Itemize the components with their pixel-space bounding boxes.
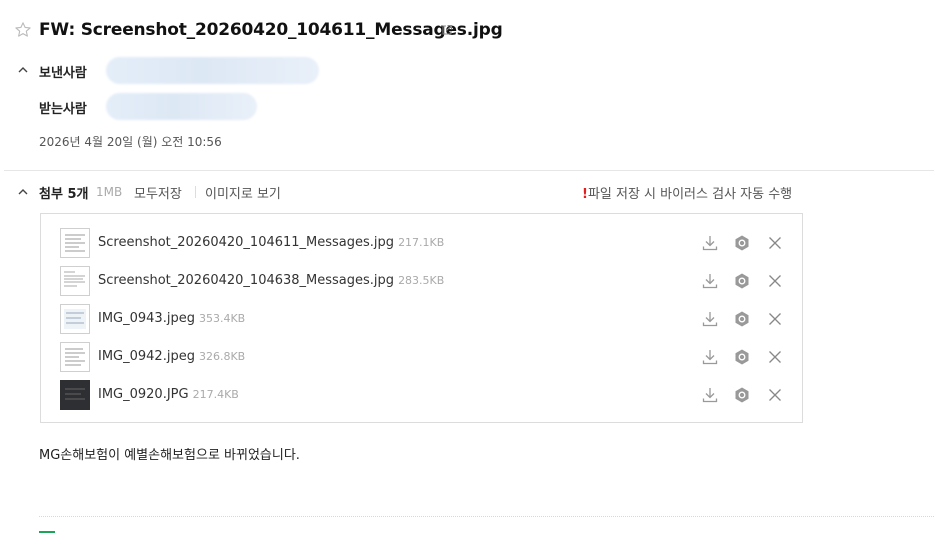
file-name-text[interactable]: IMG_0943.jpeg <box>98 311 195 326</box>
download-icon[interactable] <box>701 234 719 252</box>
download-icon[interactable] <box>701 272 719 290</box>
star-icon[interactable] <box>14 21 32 39</box>
file-name-text[interactable]: IMG_0920.JPG <box>98 387 189 402</box>
chevron-up-icon[interactable] <box>17 186 29 198</box>
close-icon[interactable] <box>766 272 784 290</box>
recipient-chip[interactable] <box>106 93 257 120</box>
section-accent-bar <box>39 531 55 533</box>
attachment-row[interactable]: Screenshot_20260420_104638_Messages.jpg 2… <box>41 262 802 300</box>
virus-scan-icon[interactable] <box>733 386 751 404</box>
sender-chip[interactable] <box>106 57 319 84</box>
file-thumbnail[interactable] <box>60 228 90 258</box>
file-size: 217.1KB <box>398 236 445 249</box>
virus-scan-icon[interactable] <box>733 272 751 290</box>
file-name[interactable]: Screenshot_20260420_104638_Messages.jpg 2… <box>98 273 444 288</box>
file-size: 217.4KB <box>192 388 239 401</box>
virus-scan-icon[interactable] <box>733 234 751 252</box>
attachments-total-size: 1MB <box>96 185 123 199</box>
attachment-row[interactable]: IMG_0942.jpeg 326.8KB <box>41 338 802 376</box>
virus-scan-text: 파일 저장 시 바이러스 검사 자동 수행 <box>587 187 793 202</box>
file-thumbnail[interactable] <box>60 342 90 372</box>
view-as-images-button[interactable]: 이미지로 보기 <box>205 183 281 202</box>
file-size: 353.4KB <box>198 312 246 325</box>
recipient-label: 받는사람 <box>39 102 87 117</box>
email-subject: FW: Screenshot_20260420_104611_Messages.… <box>39 20 503 40</box>
separator <box>195 186 196 198</box>
virus-scan-notice: !파일 저장 시 바이러스 검사 자동 수행 <box>582 183 792 202</box>
file-name-text[interactable]: Screenshot_20260420_104638_Messages.jpg <box>98 273 394 288</box>
attachment-row[interactable]: IMG_0920.JPG 217.4KB <box>41 376 802 414</box>
file-name[interactable]: Screenshot_20260420_104611_Messages.jpg 2… <box>98 235 444 250</box>
file-name[interactable]: IMG_0943.jpeg 353.4KB <box>98 311 245 326</box>
attachment-list: Screenshot_20260420_104611_Messages.jpg 2… <box>40 213 803 423</box>
download-icon[interactable] <box>701 386 719 404</box>
close-icon[interactable] <box>766 348 784 366</box>
close-icon[interactable] <box>766 310 784 328</box>
virus-scan-icon[interactable] <box>733 348 751 366</box>
file-size: 283.5KB <box>398 274 445 287</box>
file-thumbnail[interactable] <box>60 380 90 410</box>
file-name[interactable]: IMG_0942.jpeg 326.8KB <box>98 349 245 364</box>
download-icon[interactable] <box>701 310 719 328</box>
close-icon[interactable] <box>766 386 784 404</box>
sent-date: 2026년 4월 20일 (월) 오전 10:56 <box>39 135 222 149</box>
sender-label: 보낸사람 <box>39 66 87 81</box>
email-body-text: MG손해보험이 예별손해보험으로 바뀌었습니다. <box>39 448 300 463</box>
attachments-title: 첨부 5개 <box>39 187 89 202</box>
virus-scan-icon[interactable] <box>733 310 751 328</box>
download-icon[interactable] <box>701 348 719 366</box>
file-thumbnail[interactable] <box>60 266 90 296</box>
save-all-button[interactable]: 모두저장 <box>134 183 182 202</box>
attachment-row[interactable]: Screenshot_20260420_104611_Messages.jpg 2… <box>41 224 802 262</box>
file-name-text[interactable]: Screenshot_20260420_104611_Messages.jpg <box>98 235 394 250</box>
file-size: 326.8KB <box>198 350 246 363</box>
chevron-up-icon[interactable] <box>17 64 29 76</box>
divider <box>39 516 934 517</box>
file-name[interactable]: IMG_0920.JPG 217.4KB <box>98 387 239 402</box>
external-link-icon[interactable] <box>441 24 453 36</box>
divider <box>4 170 934 171</box>
close-icon[interactable] <box>766 234 784 252</box>
attachment-row[interactable]: IMG_0943.jpeg 353.4KB <box>41 300 802 338</box>
file-thumbnail[interactable] <box>60 304 90 334</box>
file-name-text[interactable]: IMG_0942.jpeg <box>98 349 195 364</box>
